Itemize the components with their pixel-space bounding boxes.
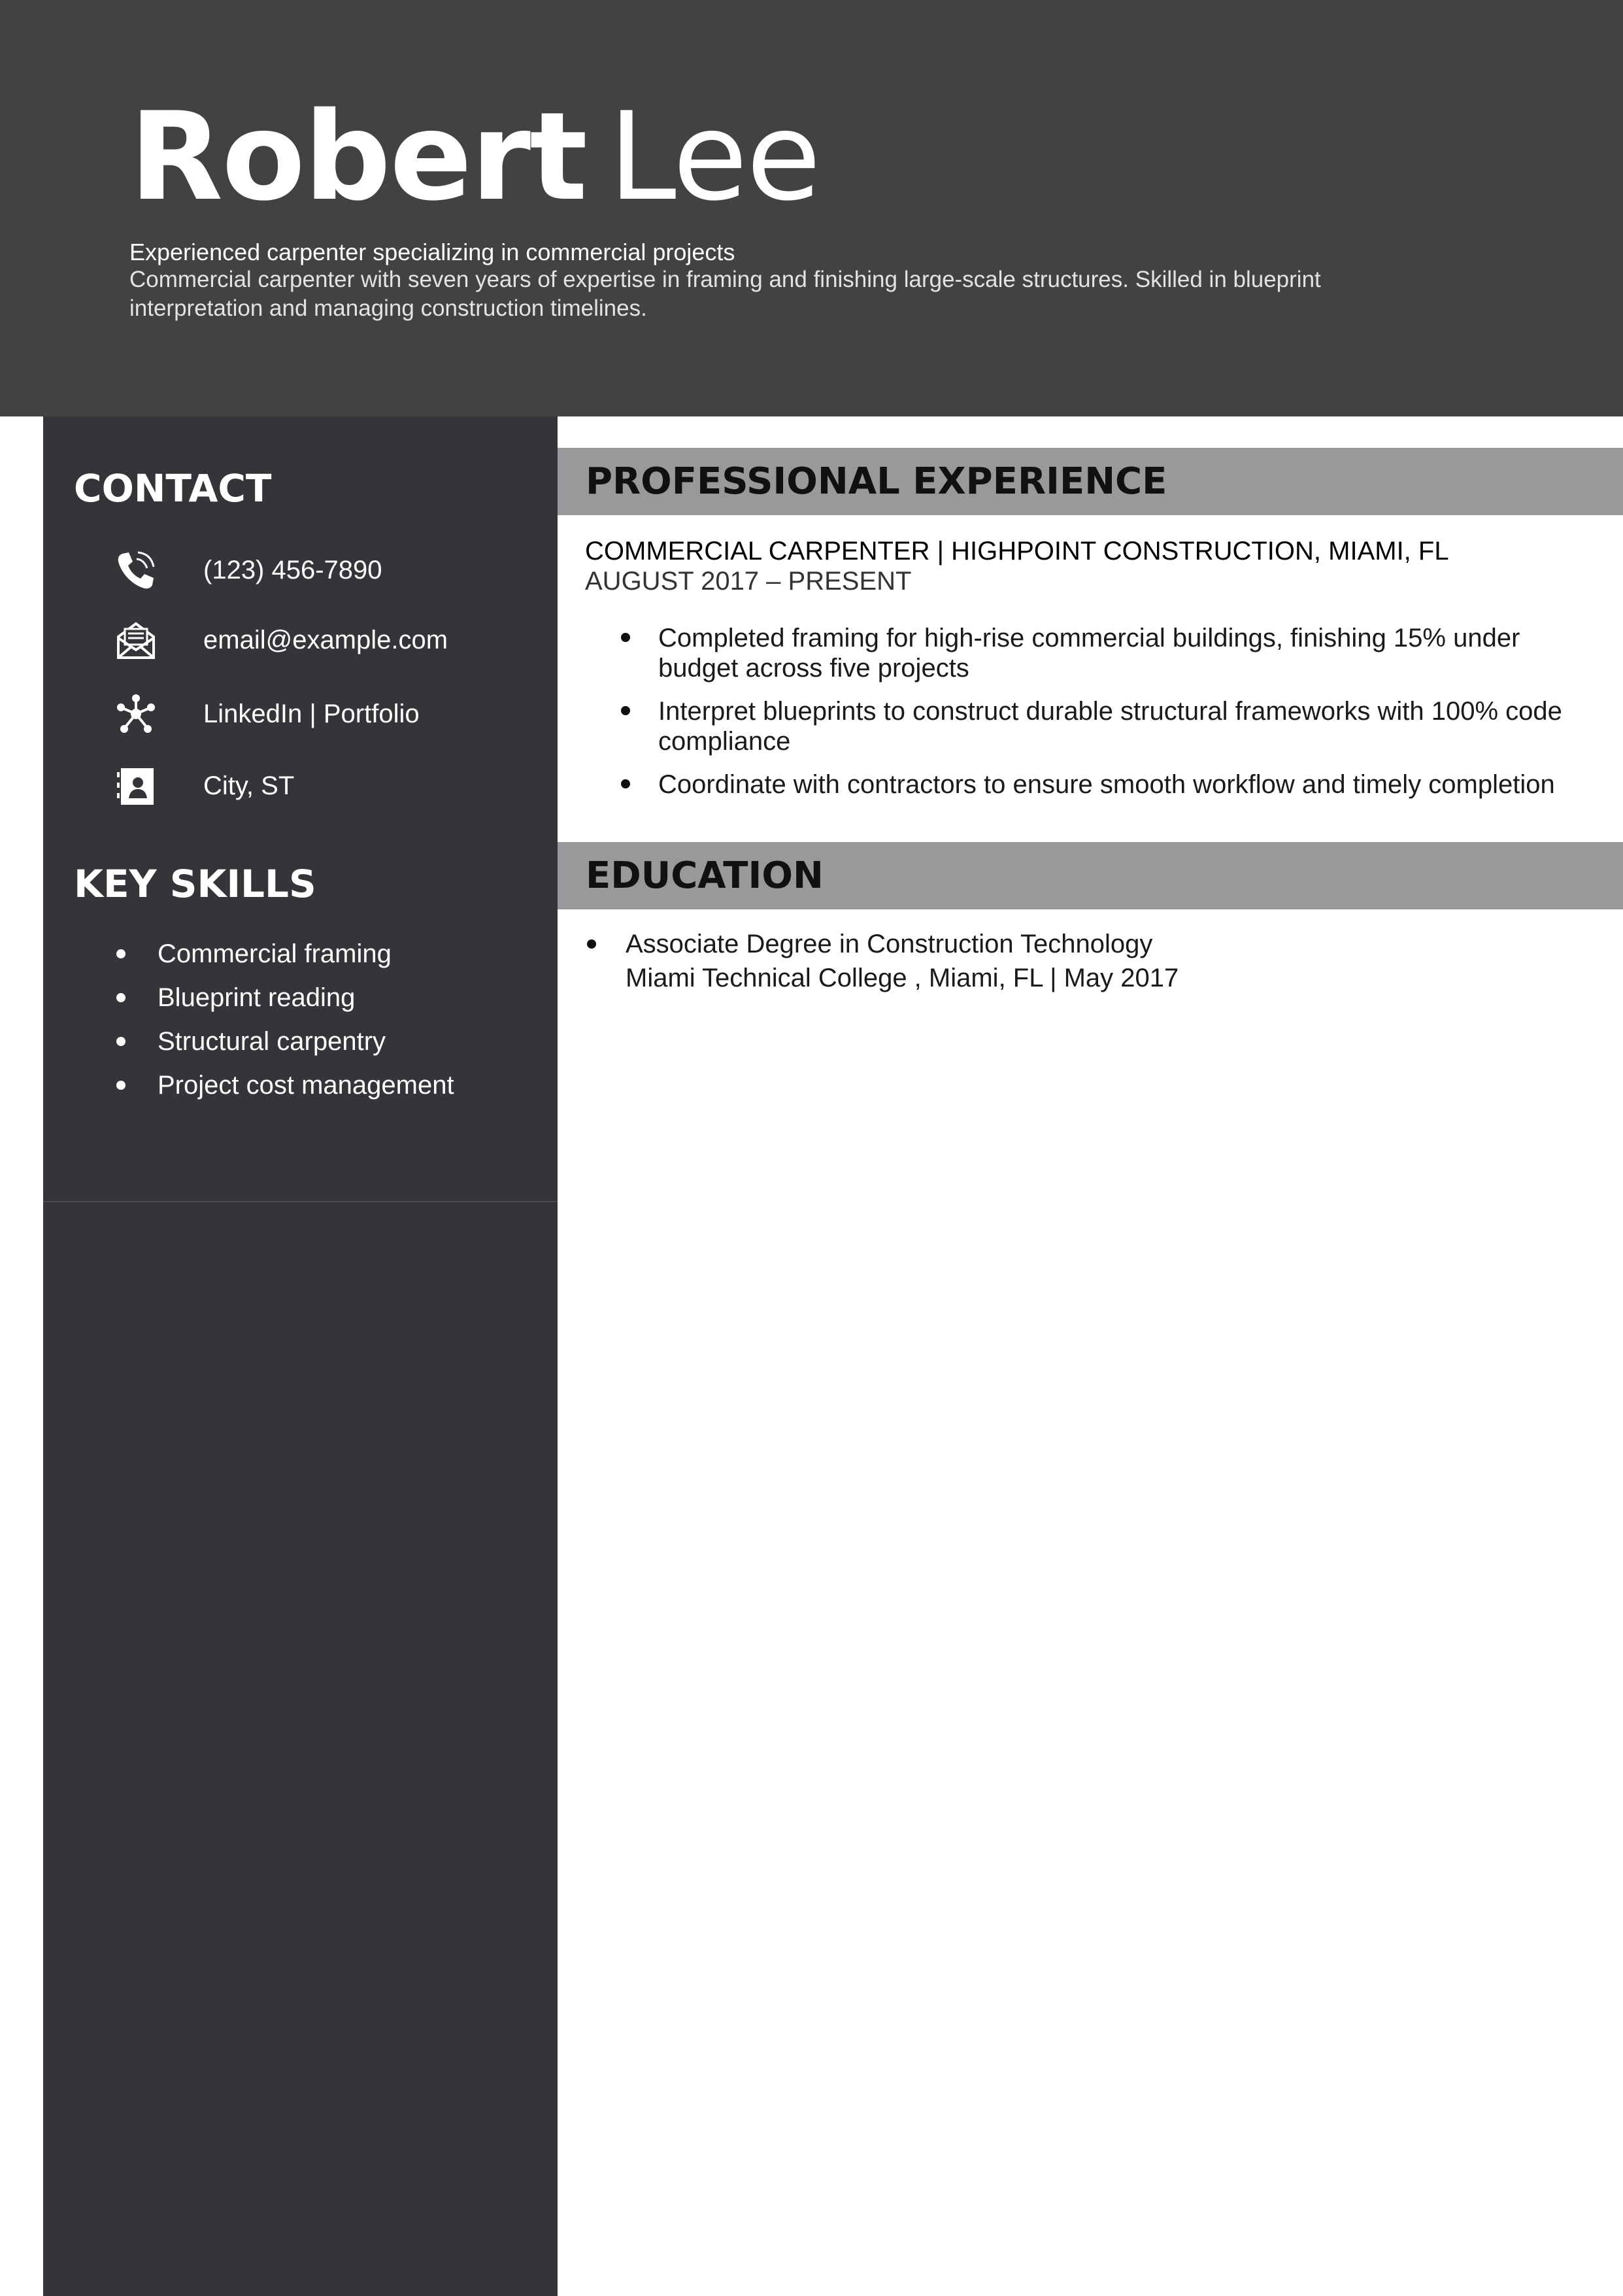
contact-heading: CONTACT	[74, 466, 272, 511]
phone-number[interactable]: (123) 456-7890	[203, 554, 382, 586]
contact-links: LinkedIn | Portfolio	[113, 691, 544, 737]
last-name: Lee	[608, 86, 821, 228]
sidebar: CONTACT (123) 456-7890 email@example.com	[43, 416, 558, 2296]
contact-email: email@example.com	[113, 617, 544, 663]
school-details: Miami Technical College , Miami, FL | Ma…	[626, 964, 1179, 992]
network-icon	[117, 694, 155, 733]
job-bullet: Coordinate with contractors to ensure sm…	[621, 769, 1588, 800]
contact-location: City, ST	[113, 763, 544, 809]
candidate-name: Robert Lee	[129, 85, 821, 229]
job-bullet: Interpret blueprints to construct durabl…	[621, 696, 1588, 756]
email-icon	[117, 622, 155, 659]
profile-summary: Commercial carpenter with seven years of…	[129, 267, 1321, 321]
education-heading: EDUCATION	[586, 854, 824, 897]
skill-item: Structural carpentry	[116, 1025, 454, 1069]
education-list: Associate Degree in Construction Technol…	[587, 927, 1554, 995]
skill-item: Project cost management	[116, 1069, 454, 1113]
header-banner: Robert Lee Experienced carpenter speciali…	[0, 0, 1623, 416]
experience-heading: PROFESSIONAL EXPERIENCE	[586, 460, 1167, 503]
job-dates: AUGUST 2017 – PRESENT	[585, 567, 912, 596]
skill-item: Commercial framing	[116, 937, 454, 981]
skill-item: Blueprint reading	[116, 981, 454, 1025]
location: City, ST	[203, 771, 295, 800]
education-section-bar: EDUCATION	[558, 842, 1623, 909]
address-book-icon	[117, 768, 154, 805]
first-name: Robert	[129, 86, 588, 228]
job-bullet: Completed framing for high-rise commerci…	[621, 623, 1588, 683]
contact-phone: (123) 456-7890	[113, 547, 544, 593]
experience-section-bar: PROFESSIONAL EXPERIENCE	[558, 448, 1623, 515]
email-address[interactable]: email@example.com	[203, 624, 448, 656]
social-links[interactable]: LinkedIn | Portfolio	[203, 698, 420, 730]
education-item: Associate Degree in Construction Technol…	[587, 927, 1554, 995]
job-bullets: Completed framing for high-rise commerci…	[621, 623, 1588, 813]
job-title: COMMERCIAL CARPENTER | HIGHPOINT CONSTRU…	[585, 537, 1449, 566]
tagline: Experienced carpenter specializing in co…	[129, 239, 735, 265]
phone-icon	[118, 551, 155, 589]
skills-list: Commercial framing Blueprint reading Str…	[116, 937, 454, 1113]
degree: Associate Degree in Construction Technol…	[626, 930, 1153, 958]
skills-heading: KEY SKILLS	[74, 862, 316, 906]
sidebar-divider	[43, 1201, 558, 1202]
